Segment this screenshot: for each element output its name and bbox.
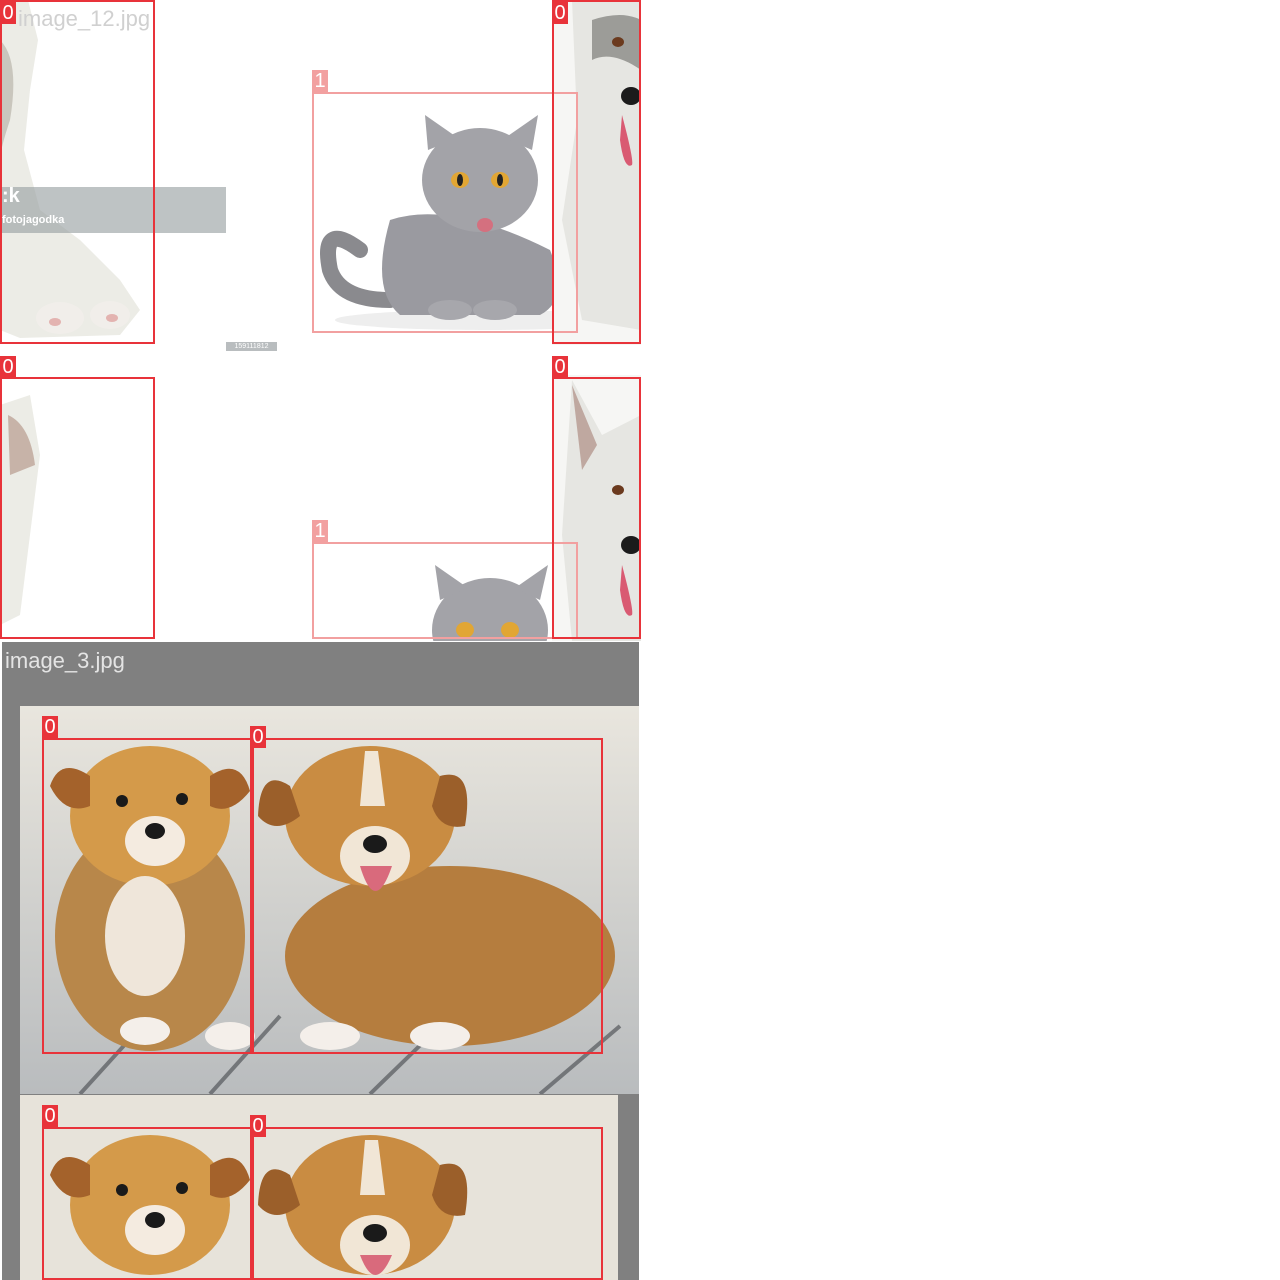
- bbox-puppy-b-upper: [250, 738, 603, 1054]
- bbox-dog-right-lower: [552, 377, 641, 639]
- bbox-puppy-a-lower: [42, 1127, 254, 1280]
- watermark-image-id: 159111812: [226, 342, 277, 351]
- bbox-label-dog-left-lower: 0: [0, 356, 16, 378]
- mosaic-tile-image-3: image_3.jpg 0 0 0 0: [2, 642, 639, 1280]
- tile-filename-bottom: image_3.jpg: [5, 648, 125, 673]
- bbox-puppy-b-lower: [250, 1127, 603, 1280]
- mosaic-tile-image-12: :k fotojagodka 159111812 image_12.jpg 0 …: [0, 0, 641, 641]
- bbox-dog-left-upper: [0, 0, 155, 344]
- bbox-label-puppy-a-lower: 0: [42, 1105, 58, 1127]
- bbox-label-puppy-a-upper: 0: [42, 716, 58, 738]
- bbox-label-dog-left-upper: 0: [0, 2, 16, 24]
- bbox-label-dog-right-upper: 0: [552, 2, 568, 24]
- bbox-label-cat-upper: 1: [312, 70, 328, 92]
- bbox-cat-lower: [312, 542, 578, 639]
- bbox-label-dog-right-lower: 0: [552, 356, 568, 378]
- bbox-dog-left-lower: [0, 377, 155, 639]
- bbox-dog-right-upper: [552, 0, 641, 344]
- bbox-cat-upper: [312, 92, 578, 333]
- bbox-label-puppy-b-upper: 0: [250, 726, 266, 748]
- bbox-label-cat-lower: 1: [312, 520, 328, 542]
- bbox-puppy-a-upper: [42, 738, 254, 1054]
- bbox-label-puppy-b-lower: 0: [250, 1115, 266, 1137]
